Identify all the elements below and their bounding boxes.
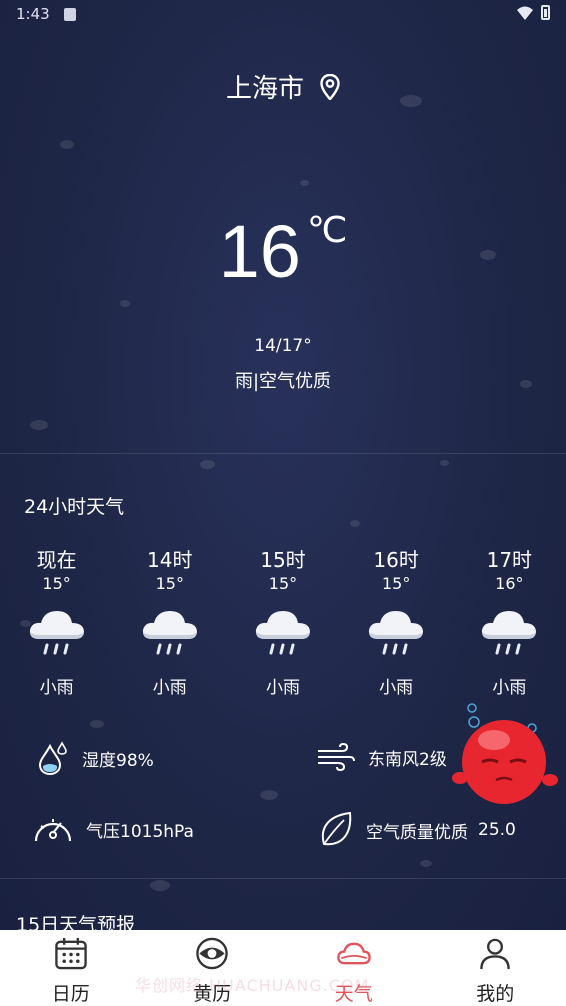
hour-temp: 15° — [268, 574, 298, 593]
hour-temp: 15° — [155, 574, 184, 593]
hour-condition: 小雨 — [152, 678, 187, 698]
location-pin-icon[interactable] — [320, 73, 340, 100]
hour-condition: 小雨 — [39, 678, 74, 698]
tab-label: 我的 — [476, 983, 515, 1005]
location-header[interactable]: 上海市 — [0, 68, 566, 105]
humidity-detail: 湿度98% — [36, 740, 154, 776]
hour-label: 15时 — [260, 548, 306, 572]
sim-icon — [64, 8, 76, 21]
pressure-gauge-icon — [34, 819, 72, 842]
hour-condition: 小雨 — [492, 678, 527, 698]
hourly-title: 24小时天气 — [24, 496, 125, 518]
divider — [0, 878, 566, 879]
hour-label: 17时 — [486, 548, 533, 572]
hour-label: 现在 — [36, 548, 77, 572]
person-icon — [480, 938, 511, 970]
weather-condition: 雨|空气优质 — [234, 371, 332, 392]
hour-label: 16时 — [373, 548, 419, 572]
hour-item: 17时 16° 小雨 — [453, 544, 566, 698]
air-quality-detail: 空气质量优质 25.0 — [318, 810, 516, 850]
city-name[interactable]: 上海市 — [226, 68, 304, 105]
pressure-detail: 气压1015hPa — [32, 813, 194, 845]
temperature-range: 14/17° — [254, 336, 312, 356]
hour-temp: 15° — [381, 574, 411, 593]
hour-condition: 小雨 — [265, 678, 300, 698]
tab-calendar[interactable]: 日历 — [0, 930, 142, 1006]
wifi-icon — [517, 6, 533, 20]
divider — [0, 453, 566, 454]
tab-label: 日历 — [51, 983, 90, 1005]
leaf-icon — [321, 811, 352, 846]
hour-temp: 15° — [42, 574, 71, 593]
light-rain-icon — [29, 611, 84, 655]
hour-item: 16时 15° 小雨 — [340, 544, 453, 698]
pressure-text: 气压1015hPa — [86, 821, 194, 842]
light-rain-icon — [482, 611, 537, 655]
wind-text: 东南风2级 — [368, 749, 447, 770]
watermark: 华创网络 HUACHUANG.COM — [135, 976, 370, 995]
temperature-unit: ℃ — [306, 209, 348, 250]
air-quality-text: 空气质量优质 — [366, 822, 468, 843]
calendar-icon — [55, 937, 87, 970]
almanac-icon — [196, 937, 228, 970]
hour-item: 14时 15° 小雨 — [113, 544, 226, 698]
temperature-value: 16 — [218, 210, 301, 293]
current-temperature: 16 ℃ — [0, 209, 566, 293]
cloud-icon — [337, 942, 371, 965]
light-rain-icon — [142, 611, 197, 655]
light-rain-icon — [255, 611, 310, 655]
tab-profile[interactable]: 我的 — [425, 930, 566, 1006]
hourly-forecast[interactable]: 现在 15° 小雨 14时 15° 小雨 15时 15° 小雨 16时 15° … — [0, 544, 566, 698]
status-time: 1:43 — [16, 5, 50, 23]
aqi-value: 25.0 — [478, 820, 516, 840]
hour-condition: 小雨 — [379, 678, 414, 698]
humidity-icon — [38, 741, 67, 776]
battery-icon — [541, 5, 550, 20]
wind-icon — [318, 742, 355, 772]
hour-item: 现在 15° 小雨 — [0, 544, 113, 698]
status-bar: 1:43 — [0, 0, 566, 30]
hour-label: 14时 — [147, 548, 193, 572]
floating-mascot-icon[interactable] — [452, 700, 562, 810]
humidity-text: 湿度98% — [82, 750, 154, 771]
hour-temp: 16° — [495, 574, 524, 593]
light-rain-icon — [369, 611, 424, 655]
wind-detail: 东南风2级 — [316, 742, 447, 772]
hour-item: 15时 15° 小雨 — [226, 544, 339, 698]
